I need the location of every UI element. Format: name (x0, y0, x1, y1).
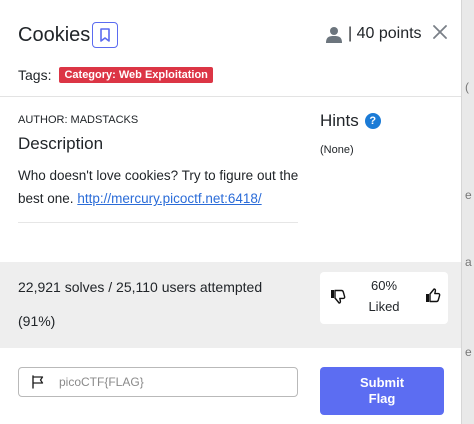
challenge-modal: Cookies | 40 points Tags: Category: Web … (0, 0, 462, 424)
challenge-link[interactable]: http://mercury.picoctf.net:6418/ (77, 191, 261, 206)
bookmark-icon (100, 28, 110, 42)
like-widget: 60% Liked (320, 272, 448, 324)
solves-count: 22,921 solves / 25,110 users attempted (18, 279, 263, 295)
help-icon[interactable]: ? (364, 113, 381, 129)
solve-percent: (91%) (18, 313, 56, 329)
submit-label-line2: Flag (368, 391, 396, 406)
close-icon (433, 25, 447, 39)
flag-icon (31, 374, 47, 390)
thumbs-up-icon (426, 288, 441, 303)
bookmark-button[interactable] (92, 22, 118, 48)
submit-flag-button[interactable]: Submit Flag (320, 367, 444, 415)
tags-row: Tags: Category: Web Exploitation (18, 67, 213, 83)
flag-submission-row: Submit Flag (18, 367, 448, 415)
challenge-title: Cookies (18, 24, 91, 46)
background-text-fragment: a (465, 255, 472, 269)
close-button[interactable] (433, 22, 447, 44)
background-text-fragment: e (465, 188, 472, 202)
background-text-fragment: ( (465, 80, 469, 94)
description-divider (18, 222, 298, 223)
points-label: | 40 points (348, 25, 422, 42)
header-divider (0, 96, 461, 97)
background-page-edge: ( e a e (462, 0, 474, 424)
modal-header: Cookies | 40 points (18, 22, 454, 52)
author-label: AUTHOR: MADSTACKS (18, 114, 139, 126)
hints-title: Hints (320, 111, 359, 130)
background-text-fragment: e (465, 345, 472, 359)
hints-heading: Hints ? (320, 111, 381, 131)
like-button[interactable] (425, 288, 441, 309)
flag-input-container[interactable] (18, 367, 298, 397)
category-badge[interactable]: Category: Web Exploitation (59, 67, 213, 83)
flag-input[interactable] (59, 375, 279, 389)
description-heading: Description (18, 134, 104, 153)
stats-panel: 22,921 solves / 25,110 users attempted (… (0, 262, 461, 348)
submit-label-line1: Submit (359, 375, 405, 390)
tags-label: Tags: (18, 67, 52, 83)
user-icon (326, 26, 342, 43)
points-display: | 40 points (326, 25, 422, 43)
hints-value: (None) (320, 144, 354, 156)
description-text: Who doesn't love cookies? Try to figure … (18, 164, 303, 210)
